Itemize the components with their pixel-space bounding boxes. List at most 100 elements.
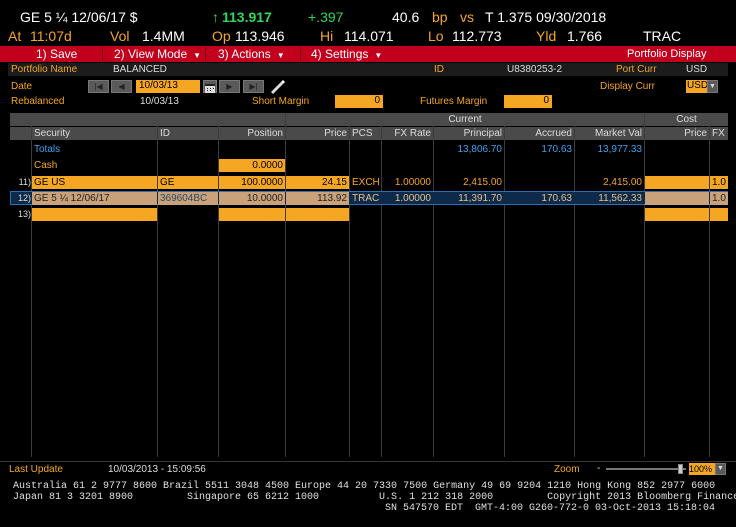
position-cell[interactable]: 100.0000 <box>219 176 285 189</box>
column-divider <box>574 113 575 457</box>
totals-principal: 13,806.70 <box>457 144 503 155</box>
column-divider <box>433 113 434 457</box>
id-cell[interactable]: GE <box>158 176 218 189</box>
futures-margin-label: Futures Margin <box>420 96 488 107</box>
short-margin-input[interactable]: 0 <box>335 95 383 108</box>
fx-rate-cell: 1.00000 <box>394 193 431 204</box>
row-number: 11) <box>18 177 31 187</box>
zoom-level-select[interactable]: 100% <box>689 463 715 475</box>
status-bar: Last Update 10/03/2013 - 15:09:56 Zoom -… <box>0 461 736 475</box>
cost-price-cell[interactable] <box>645 176 709 189</box>
zoom-slider[interactable] <box>606 464 686 474</box>
calendar-icon[interactable] <box>203 80 217 93</box>
next-icon[interactable]: ▶ <box>219 80 240 93</box>
display-curr-label: Display Curr <box>600 81 656 92</box>
column-header-cost-fx[interactable]: FX <box>710 127 728 140</box>
rebalanced-label: Rebalanced <box>11 96 65 107</box>
toolbar-divider <box>102 47 103 61</box>
first-icon[interactable]: |◀ <box>88 80 109 93</box>
footer-session-line: SN 547570 EDT GMT-4:00 G260-772-0 03-Oct… <box>385 503 716 514</box>
cash-label: Cash <box>34 160 58 171</box>
column-header-id[interactable]: ID <box>158 127 218 140</box>
security-cell[interactable]: GE US <box>32 176 157 189</box>
benchmark-label: T 1.375 09/30/2018 <box>485 9 607 25</box>
settings-label: 4) Settings <box>311 47 369 61</box>
cost-fx-input[interactable] <box>710 208 728 221</box>
column-header-accrued[interactable]: Accrued <box>505 127 574 140</box>
cost-price-cell[interactable] <box>645 192 709 205</box>
column-divider <box>644 113 645 457</box>
main-toolbar: 1) Save 2) View Mode ▼ 3) Actions ▼ 4) Set… <box>0 46 736 62</box>
column-header-security[interactable]: Security <box>32 127 157 140</box>
column-divider <box>349 113 350 457</box>
prev-icon[interactable]: ◀ <box>111 80 132 93</box>
date-label: Date <box>11 81 33 92</box>
last-update-value: 10/03/2013 - 15:09:56 <box>108 464 206 475</box>
cost-price-input[interactable] <box>645 208 709 221</box>
chevron-down-icon[interactable]: ▼ <box>707 80 718 93</box>
row-number: 12) <box>17 193 31 203</box>
price-change: +.397 <box>308 9 344 25</box>
price-cell[interactable]: 113.92 <box>286 192 349 205</box>
actions-label: 3) Actions <box>218 47 271 61</box>
group-header-cost: Cost <box>645 113 728 126</box>
id-cell[interactable]: 369604BC <box>158 192 218 205</box>
cost-fx-cell[interactable]: 1.0 <box>710 192 728 205</box>
save-button[interactable]: 1) Save <box>36 46 77 62</box>
high-value: 114.071 <box>344 28 394 44</box>
pen-icon[interactable] <box>268 77 286 95</box>
chevron-down-icon: ▼ <box>374 51 383 60</box>
pcs-cell: EXCH <box>352 177 380 188</box>
futures-margin-input[interactable]: 0 <box>504 95 552 108</box>
cost-fx-cell[interactable]: 1.0 <box>710 176 728 189</box>
last-price: 113.917 <box>222 9 272 25</box>
vol-label: Vol <box>110 28 130 44</box>
cash-position-input[interactable]: 0.0000 <box>219 159 285 172</box>
price-source: TRAC <box>643 28 682 44</box>
spread-value: 40.6 <box>392 9 420 25</box>
high-label: Hi <box>320 28 334 44</box>
footer-contacts-line1: Australia 61 2 9777 8600 Brazil 5511 304… <box>13 481 716 492</box>
column-header-cost-price[interactable]: Price <box>645 127 709 140</box>
open-label: Op <box>212 28 231 44</box>
column-header-fx-rate[interactable]: FX Rate <box>382 127 433 140</box>
column-header-principal[interactable]: Principal <box>434 127 504 140</box>
last-update-label: Last Update <box>9 464 63 475</box>
actions-menu-button[interactable]: 3) Actions ▼ <box>218 46 285 62</box>
fx-rate-cell: 1.00000 <box>394 177 431 188</box>
column-header-pcs[interactable]: PCS <box>350 127 381 140</box>
position-cell[interactable]: 10.0000 <box>219 192 285 205</box>
portfolio-id-value: U8380253-2 <box>507 64 563 75</box>
market-val-cell: 2,415.00 <box>603 177 642 188</box>
last-icon[interactable]: ▶| <box>243 80 264 93</box>
security-input[interactable] <box>32 208 157 221</box>
view-mode-button[interactable]: 2) View Mode ▼ <box>114 46 201 62</box>
display-curr-select[interactable]: USD <box>686 80 708 93</box>
price-cell[interactable]: 24.15 <box>286 176 349 189</box>
open-value: 113.946 <box>235 28 285 44</box>
date-input[interactable]: 10/03/13 <box>136 80 200 93</box>
totals-label: Totals <box>34 144 61 155</box>
column-header-market-val[interactable]: Market Val <box>575 127 644 140</box>
port-curr-label: Port Curr <box>616 64 657 75</box>
security-cell[interactable]: GE 5 ¼ 12/06/17 <box>32 192 157 205</box>
yield-label: Yld <box>536 28 557 44</box>
zoom-out-button[interactable]: - <box>597 463 600 475</box>
portfolio-name-label: Portfolio Name <box>11 64 78 75</box>
principal-cell: 2,415.00 <box>463 177 502 188</box>
bp-label: bp <box>432 9 448 25</box>
at-label: At <box>8 28 22 44</box>
price-input[interactable] <box>286 208 349 221</box>
save-button-label: 1) Save <box>36 47 78 61</box>
column-header-position[interactable]: Position <box>219 127 285 140</box>
settings-menu-button[interactable]: 4) Settings ▼ <box>311 46 382 62</box>
low-value: 112.773 <box>452 28 502 44</box>
position-input[interactable] <box>219 208 285 221</box>
view-mode-label: 2) View Mode <box>114 47 188 61</box>
vs-label: vs <box>460 9 474 25</box>
chevron-down-icon[interactable]: ▼ <box>715 463 726 475</box>
column-header-price[interactable]: Price <box>286 127 349 140</box>
zoom-slider-handle[interactable] <box>678 464 683 474</box>
portfolio-name-value[interactable]: BALANCED <box>113 64 167 76</box>
ticker-label: GE 5 ¼ 12/06/17 $ <box>20 9 138 25</box>
